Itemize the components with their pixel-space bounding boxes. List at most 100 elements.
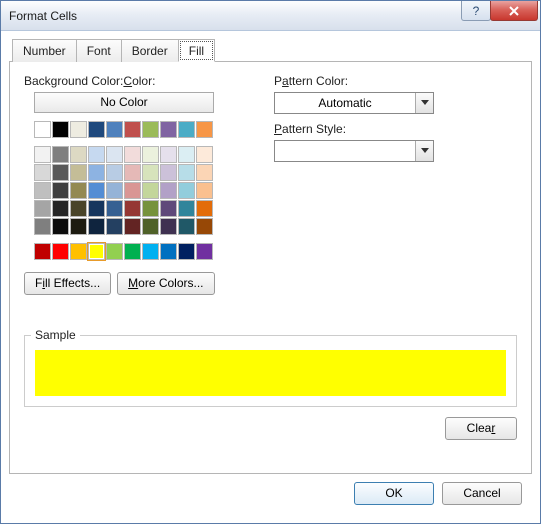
color-swatch[interactable]: [52, 243, 69, 260]
no-color-button[interactable]: No Color: [34, 92, 214, 113]
color-swatch[interactable]: [142, 182, 159, 199]
pattern-style-dropdown[interactable]: [274, 140, 434, 162]
close-button[interactable]: [490, 1, 538, 21]
titlebar[interactable]: Format Cells ?: [1, 1, 540, 31]
color-swatch[interactable]: [142, 200, 159, 217]
color-swatch[interactable]: [52, 182, 69, 199]
color-swatch[interactable]: [178, 200, 195, 217]
color-swatch[interactable]: [88, 182, 105, 199]
color-swatch[interactable]: [178, 146, 195, 163]
color-swatch[interactable]: [196, 164, 213, 181]
color-swatch[interactable]: [196, 182, 213, 199]
color-swatch[interactable]: [70, 200, 87, 217]
color-swatch[interactable]: [106, 200, 123, 217]
color-swatch[interactable]: [178, 218, 195, 235]
color-swatch[interactable]: [70, 243, 87, 260]
color-swatch[interactable]: [106, 121, 123, 138]
color-swatch[interactable]: [34, 200, 51, 217]
color-swatch[interactable]: [124, 200, 141, 217]
color-swatch[interactable]: [70, 146, 87, 163]
color-swatch[interactable]: [106, 243, 123, 260]
color-swatch[interactable]: [196, 243, 213, 260]
tab-border[interactable]: Border: [121, 39, 179, 62]
theme-color-row: [34, 121, 244, 138]
cancel-button[interactable]: Cancel: [442, 482, 522, 505]
color-swatch[interactable]: [106, 164, 123, 181]
color-swatch[interactable]: [88, 164, 105, 181]
color-swatch[interactable]: [88, 243, 105, 260]
color-swatch[interactable]: [106, 218, 123, 235]
color-swatch[interactable]: [124, 164, 141, 181]
sample-preview: [35, 350, 506, 396]
color-swatch[interactable]: [160, 146, 177, 163]
color-swatch[interactable]: [106, 182, 123, 199]
color-swatch[interactable]: [196, 146, 213, 163]
color-swatch[interactable]: [88, 121, 105, 138]
color-swatch[interactable]: [196, 218, 213, 235]
color-swatch[interactable]: [142, 243, 159, 260]
color-swatch[interactable]: [124, 182, 141, 199]
color-swatch[interactable]: [34, 182, 51, 199]
color-swatch[interactable]: [142, 146, 159, 163]
color-swatch[interactable]: [178, 164, 195, 181]
color-swatch[interactable]: [160, 200, 177, 217]
tab-fill[interactable]: Fill: [178, 39, 215, 62]
color-swatch[interactable]: [52, 218, 69, 235]
more-colors-button[interactable]: More Colors...: [117, 272, 214, 295]
tab-panel: Number Font Border Fill Background Color…: [9, 61, 532, 474]
color-swatch[interactable]: [70, 182, 87, 199]
theme-tint-grid: [34, 146, 244, 235]
sample-label: Sample: [31, 328, 80, 342]
color-swatch[interactable]: [196, 121, 213, 138]
color-swatch[interactable]: [160, 182, 177, 199]
background-color-label: Background Color:Color:: [24, 74, 244, 88]
chevron-down-icon: [415, 141, 433, 161]
color-swatch[interactable]: [34, 243, 51, 260]
color-swatch[interactable]: [52, 146, 69, 163]
color-swatch[interactable]: [124, 121, 141, 138]
color-swatch[interactable]: [178, 182, 195, 199]
color-swatch[interactable]: [70, 164, 87, 181]
color-swatch[interactable]: [52, 164, 69, 181]
color-swatch[interactable]: [160, 164, 177, 181]
tab-font[interactable]: Font: [76, 39, 122, 62]
color-swatch[interactable]: [124, 218, 141, 235]
pattern-style-label: Pattern Style:: [274, 122, 434, 136]
color-swatch[interactable]: [52, 121, 69, 138]
color-swatch[interactable]: [34, 164, 51, 181]
color-swatch[interactable]: [178, 243, 195, 260]
color-swatch[interactable]: [142, 218, 159, 235]
color-swatch[interactable]: [106, 146, 123, 163]
color-swatch[interactable]: [88, 200, 105, 217]
format-cells-dialog: Format Cells ? Number Font Border Fill: [0, 0, 541, 524]
help-button[interactable]: ?: [461, 1, 491, 21]
standard-color-row: [34, 243, 244, 260]
color-swatch[interactable]: [88, 146, 105, 163]
tab-number[interactable]: Number: [12, 39, 77, 62]
clear-button[interactable]: Clear: [445, 417, 517, 440]
color-swatch[interactable]: [178, 121, 195, 138]
pattern-color-label: Pattern Color:: [274, 74, 434, 88]
pattern-color-dropdown[interactable]: Automatic: [274, 92, 434, 114]
ok-button[interactable]: OK: [354, 482, 434, 505]
color-swatch[interactable]: [34, 146, 51, 163]
color-swatch[interactable]: [142, 121, 159, 138]
color-swatch[interactable]: [34, 218, 51, 235]
color-swatch[interactable]: [124, 243, 141, 260]
chevron-down-icon: [415, 93, 433, 113]
fill-effects-button[interactable]: Fill Effects...: [24, 272, 111, 295]
color-swatch[interactable]: [196, 200, 213, 217]
color-swatch[interactable]: [160, 243, 177, 260]
no-color-swatch[interactable]: [34, 121, 51, 138]
color-swatch[interactable]: [88, 218, 105, 235]
color-swatch[interactable]: [124, 146, 141, 163]
color-swatch[interactable]: [52, 200, 69, 217]
sample-group: Sample: [24, 335, 517, 407]
svg-text:?: ?: [473, 5, 480, 17]
tab-strip: Number Font Border Fill: [12, 39, 214, 62]
color-swatch[interactable]: [160, 121, 177, 138]
color-swatch[interactable]: [142, 164, 159, 181]
color-swatch[interactable]: [160, 218, 177, 235]
color-swatch[interactable]: [70, 121, 87, 138]
color-swatch[interactable]: [70, 218, 87, 235]
